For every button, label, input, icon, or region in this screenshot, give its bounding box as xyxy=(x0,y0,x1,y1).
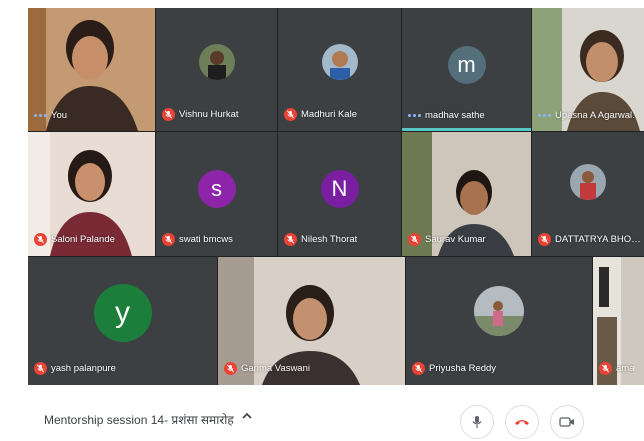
name-tag: You xyxy=(34,110,67,121)
camera-button[interactable] xyxy=(550,405,584,439)
participant-tile-priyusha[interactable]: Priyusha Reddy xyxy=(406,257,592,385)
avatar-letter: s xyxy=(197,170,236,209)
participant-tile-garima[interactable]: Garima Vaswani xyxy=(218,257,405,385)
name-tag: Madhuri Kale xyxy=(284,108,357,121)
chevron-up-icon[interactable] xyxy=(241,410,253,422)
participant-tile-dattatrya[interactable]: DATTATRYA BHOKSE xyxy=(532,132,644,256)
name-tag: DATTATRYA BHOKSE xyxy=(538,233,642,246)
participant-name: Vishnu Hurkat xyxy=(179,109,239,120)
participant-tile-nilesh[interactable]: N Nilesh Thorat xyxy=(278,132,401,256)
name-tag: Nilesh Thorat xyxy=(284,233,357,246)
participant-tile-saurav[interactable]: Saurav Kumar xyxy=(402,132,531,256)
participant-name: yash palanpure xyxy=(51,363,116,374)
avatar xyxy=(474,285,524,336)
speaking-dots-icon xyxy=(408,114,421,117)
participant-tile-swati[interactable]: s swati bmcws xyxy=(156,132,277,256)
participant-name: Saurav Kumar xyxy=(425,234,486,245)
avatar-letter: N xyxy=(320,170,359,209)
mic-off-icon xyxy=(412,362,425,375)
mic-off-icon xyxy=(408,233,421,246)
meet-window: You Vishnu Hurkat Madhuri Kale m madhav … xyxy=(0,0,644,441)
participant-name: ama xyxy=(616,363,635,374)
name-tag: Saloni Palande xyxy=(34,233,115,246)
participant-tile-partial[interactable]: ama xyxy=(593,257,644,385)
participant-name: Upasna A Agarwal. xyxy=(555,110,635,121)
name-tag: ama xyxy=(599,362,634,375)
participant-tile-you[interactable]: You xyxy=(28,8,155,131)
mic-off-icon xyxy=(284,108,297,121)
participant-name: Priyusha Reddy xyxy=(429,363,497,374)
mic-off-icon xyxy=(538,233,551,246)
speaking-dots-icon xyxy=(538,114,551,117)
name-tag: yash palanpure xyxy=(34,362,116,375)
participant-tile-yash[interactable]: y yash palanpure xyxy=(28,257,217,385)
participant-grid: You Vishnu Hurkat Madhuri Kale m madhav … xyxy=(28,8,644,385)
avatar-letter: y xyxy=(93,284,152,343)
name-tag: Upasna A Agarwal. xyxy=(538,110,635,121)
participant-tile-vishnu[interactable]: Vishnu Hurkat xyxy=(156,8,277,131)
mic-off-icon xyxy=(162,108,175,121)
name-tag: Saurav Kumar xyxy=(408,233,486,246)
participant-name: Nilesh Thorat xyxy=(301,234,358,245)
leave-call-button[interactable] xyxy=(505,405,539,439)
avatar xyxy=(570,163,606,200)
name-tag: madhav sathe xyxy=(408,110,485,121)
speaking-dots-icon xyxy=(34,114,47,117)
meeting-controls-bar: Mentorship session 14- प्रशंसा समारोह xyxy=(28,385,644,441)
participant-tile-saloni[interactable]: Saloni Palande xyxy=(28,132,155,256)
participant-name: Madhuri Kale xyxy=(301,109,357,120)
participant-name: DATTATRYA BHOKSE xyxy=(555,234,642,245)
mic-icon xyxy=(472,416,482,428)
participant-name: swati bmcws xyxy=(179,234,233,245)
phone-hangup-icon xyxy=(515,420,529,425)
mic-off-icon xyxy=(34,362,47,375)
meeting-title[interactable]: Mentorship session 14- प्रशंसा समारोह xyxy=(44,411,234,428)
camera-icon xyxy=(559,417,574,427)
participant-name: madhav sathe xyxy=(425,110,485,121)
microphone-button[interactable] xyxy=(460,405,494,439)
name-tag: Garima Vaswani xyxy=(224,362,310,375)
participant-tile-madhav[interactable]: m madhav sathe xyxy=(402,8,531,131)
participant-tile-upasna[interactable]: Upasna A Agarwal. xyxy=(532,8,644,131)
mic-off-icon xyxy=(599,362,612,375)
mic-off-icon xyxy=(284,233,297,246)
participant-name: Saloni Palande xyxy=(51,234,115,245)
participant-tile-madhuri[interactable]: Madhuri Kale xyxy=(278,8,401,131)
name-tag: swati bmcws xyxy=(162,233,233,246)
mic-off-icon xyxy=(224,362,237,375)
mic-off-icon xyxy=(162,233,175,246)
avatar xyxy=(198,44,235,81)
avatar xyxy=(321,44,358,81)
participant-name: You xyxy=(51,110,68,121)
mic-off-icon xyxy=(34,233,47,246)
name-tag: Priyusha Reddy xyxy=(412,362,496,375)
avatar-letter: m xyxy=(447,45,486,84)
name-tag: Vishnu Hurkat xyxy=(162,108,239,121)
participant-name: Garima Vaswani xyxy=(241,363,310,374)
